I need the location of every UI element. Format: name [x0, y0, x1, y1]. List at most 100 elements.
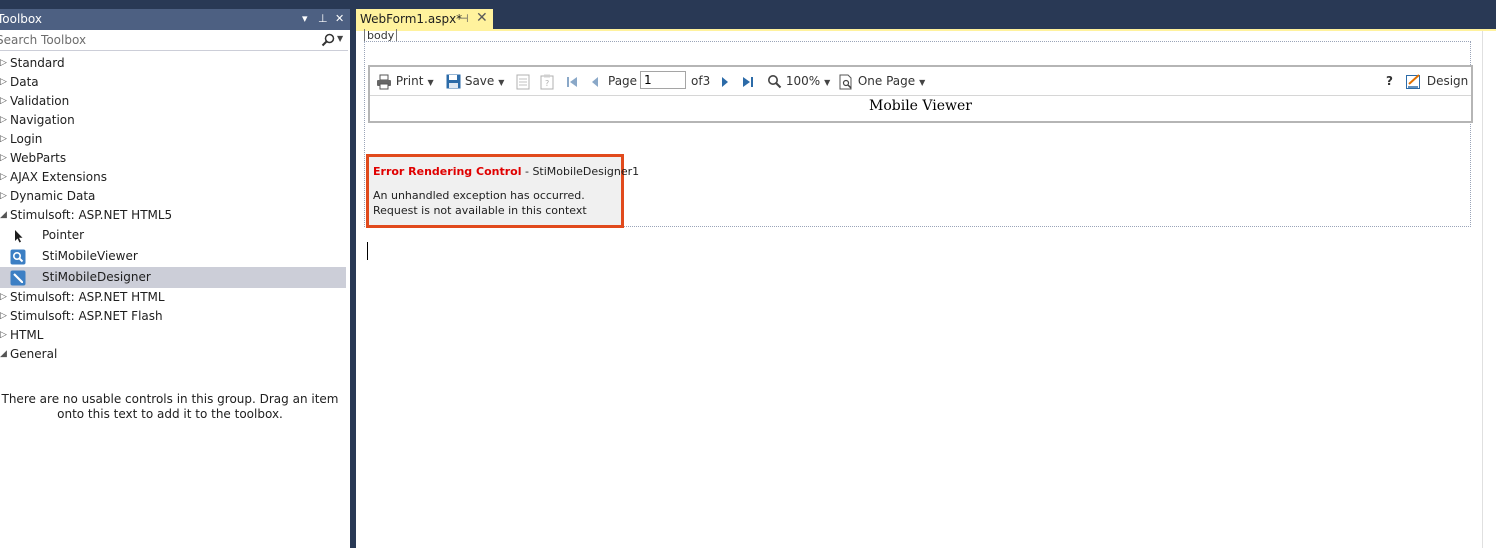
expand-arrow-icon[interactable]: ▷ [0, 130, 7, 149]
error-rendering-control[interactable]: Error Rendering Control - StiMobileDesig… [366, 154, 639, 228]
toolbox-group-label: Standard [10, 56, 65, 70]
toolbox-group-dynamic-data[interactable]: ▷ Dynamic Data [0, 187, 346, 206]
search-options-chevron-icon[interactable]: ▼ [337, 34, 343, 43]
mobile-viewer-control[interactable]: Print▼ Save▼ ? Page of3 [368, 65, 1473, 123]
printer-icon [377, 74, 391, 89]
previous-page-icon [592, 76, 598, 87]
design-button[interactable]: Design [1406, 72, 1468, 90]
empty-group-message: There are no usable controls in this gro… [1, 392, 339, 421]
print-button[interactable]: Print ▼ [376, 72, 434, 90]
collapse-arrow-icon[interactable]: ◢ [0, 345, 7, 364]
toolbox-group-stimulsoft-html5[interactable]: ◢ Stimulsoft: ASP.NET HTML5 [0, 206, 346, 225]
toolbox-group-label: Dynamic Data [10, 189, 96, 203]
toolbox-group-validation[interactable]: ▷ Validation [0, 92, 346, 111]
toolbox-group-html[interactable]: ▷ HTML [0, 326, 346, 345]
toolbox-group-label: Validation [10, 94, 70, 108]
toolbox-panel: Toolbox ▾ ⊥ ✕ ▼ ▷ Standard ▷ Data ▷ Vali… [0, 9, 350, 548]
page-number-input[interactable] [640, 71, 686, 89]
toolbox-dropdown-icon[interactable]: ▾ [302, 12, 308, 26]
expand-arrow-icon[interactable]: ▷ [0, 307, 7, 326]
toolbox-item-stimobileviewer[interactable]: StiMobileViewer [0, 246, 346, 267]
toolbox-close-icon[interactable]: ✕ [335, 12, 344, 26]
toolbox-group-label: Stimulsoft: ASP.NET HTML5 [10, 208, 173, 222]
floppy-disk-icon [446, 74, 461, 89]
expand-arrow-icon[interactable]: ▷ [0, 326, 7, 345]
error-separator: - [521, 165, 533, 178]
toolbox-item-pointer[interactable]: Pointer [0, 225, 346, 246]
bookmarks-icon [516, 74, 530, 89]
last-page-button[interactable] [742, 72, 754, 90]
toolbox-group-data[interactable]: ▷ Data [0, 73, 346, 92]
print-label: Print [395, 74, 424, 88]
zoom-button[interactable]: 100% ▼ [767, 72, 830, 90]
expand-arrow-icon[interactable]: ▷ [0, 73, 7, 92]
tab-webform1[interactable]: WebForm1.aspx* ⊣ ✕ [356, 9, 493, 30]
toolbox-group-login[interactable]: ▷ Login [0, 130, 346, 149]
page-label: Page [608, 74, 638, 88]
design-icon [1406, 73, 1420, 89]
chevron-down-icon: ▼ [498, 78, 505, 87]
toolbox-group-standard[interactable]: ▷ Standard [0, 54, 346, 73]
previous-page-button[interactable] [590, 72, 600, 90]
toolbox-header: Toolbox ▾ ⊥ ✕ [0, 9, 350, 30]
help-button[interactable]: ? [1386, 72, 1393, 90]
expand-arrow-icon[interactable]: ▷ [0, 149, 7, 168]
page-count: of3 [691, 74, 711, 88]
collapse-arrow-icon[interactable]: ◢ [0, 206, 7, 225]
svg-text:?: ? [545, 79, 549, 88]
first-page-button[interactable] [566, 72, 578, 90]
expand-arrow-icon[interactable]: ▷ [0, 168, 7, 187]
error-title-line: Error Rendering Control - StiMobileDesig… [373, 165, 639, 178]
first-page-icon [567, 76, 577, 87]
toolbox-group-label: AJAX Extensions [10, 170, 107, 184]
error-message-line2: Request is not available in this context [373, 204, 587, 217]
page-view-icon [839, 74, 852, 89]
expand-arrow-icon[interactable]: ▷ [0, 187, 7, 206]
zoom-label: 100% [785, 74, 821, 88]
text-caret [367, 242, 368, 260]
toolbox-item-label: StiMobileViewer [42, 249, 138, 263]
search-icon[interactable] [321, 33, 335, 50]
view-mode-label: One Page [857, 74, 916, 88]
next-page-button[interactable] [720, 72, 730, 90]
design-surface[interactable]: body Print ▼ Save ▼ ? Page 1 of3 100% ▼ … [356, 29, 1496, 548]
toolbox-group-label: HTML [10, 328, 44, 342]
toolbox-group-label: Navigation [10, 113, 75, 127]
parameters-button[interactable]: ? [540, 72, 554, 90]
save-label: Save [464, 74, 495, 88]
expand-arrow-icon[interactable]: ▷ [0, 54, 7, 73]
chevron-down-icon: ▼ [427, 78, 434, 87]
toolbox-group-navigation[interactable]: ▷ Navigation [0, 111, 346, 130]
parameters-icon: ? [540, 74, 554, 89]
toolbox-item-label: StiMobileDesigner [42, 270, 151, 284]
last-page-icon [743, 76, 753, 87]
pin-icon[interactable]: ⊣ [459, 12, 469, 25]
view-mode-button[interactable]: One Page ▼ [839, 72, 925, 90]
vertical-scrollbar-edge[interactable] [1482, 31, 1483, 548]
expand-arrow-icon[interactable]: ▷ [0, 111, 7, 130]
toolbox-item-stimobiledesigner[interactable]: StiMobileDesigner [0, 267, 346, 288]
save-button[interactable]: Save ▼ [446, 72, 504, 90]
expand-arrow-icon[interactable]: ▷ [0, 92, 7, 111]
viewer-title: Mobile Viewer [868, 98, 972, 114]
chevron-down-icon: ▼ [824, 78, 831, 87]
toolbox-group-label: Stimulsoft: ASP.NET HTML [10, 290, 165, 304]
toolbox-search: ▼ [0, 31, 348, 51]
toolbox-group-stimulsoft-html[interactable]: ▷ Stimulsoft: ASP.NET HTML [0, 288, 346, 307]
close-icon[interactable]: ✕ [476, 10, 488, 26]
design-label: Design [1426, 74, 1469, 88]
magnifier-icon [768, 75, 782, 89]
viewer-icon [10, 249, 26, 265]
bookmarks-button[interactable] [516, 72, 530, 90]
toolbox-search-input[interactable] [0, 33, 306, 47]
error-message-line1: An unhandled exception has occurred. [373, 189, 585, 202]
toolbox-group-webparts[interactable]: ▷ WebParts [0, 149, 346, 168]
expand-arrow-icon[interactable]: ▷ [0, 288, 7, 307]
toolbox-group-ajax-extensions[interactable]: ▷ AJAX Extensions [0, 168, 346, 187]
pointer-icon [10, 228, 26, 244]
toolbox-group-stimulsoft-flash[interactable]: ▷ Stimulsoft: ASP.NET Flash [0, 307, 346, 326]
toolbox-pin-icon[interactable]: ⊥ [318, 12, 328, 26]
designer-icon [10, 270, 26, 286]
toolbox-group-label: WebParts [10, 151, 67, 165]
toolbox-group-general[interactable]: ◢ General [0, 345, 346, 364]
